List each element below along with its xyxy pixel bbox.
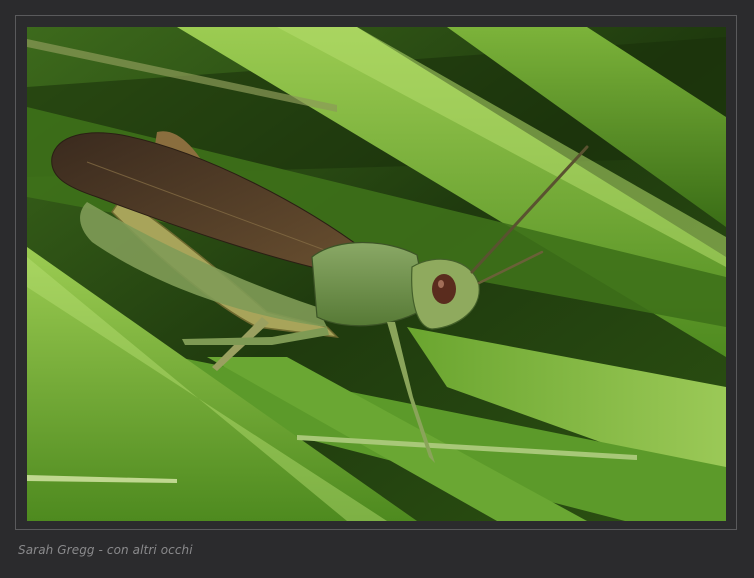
photo-caption: Sarah Gregg - con altri occhi — [18, 543, 193, 557]
eye-highlight — [438, 280, 444, 288]
thorax — [311, 242, 428, 327]
eye — [432, 274, 456, 304]
photo-page: Sarah Gregg - con altri occhi — [0, 0, 754, 578]
grasshopper-photo-svg — [27, 27, 726, 521]
grasshopper-photo — [27, 27, 726, 521]
